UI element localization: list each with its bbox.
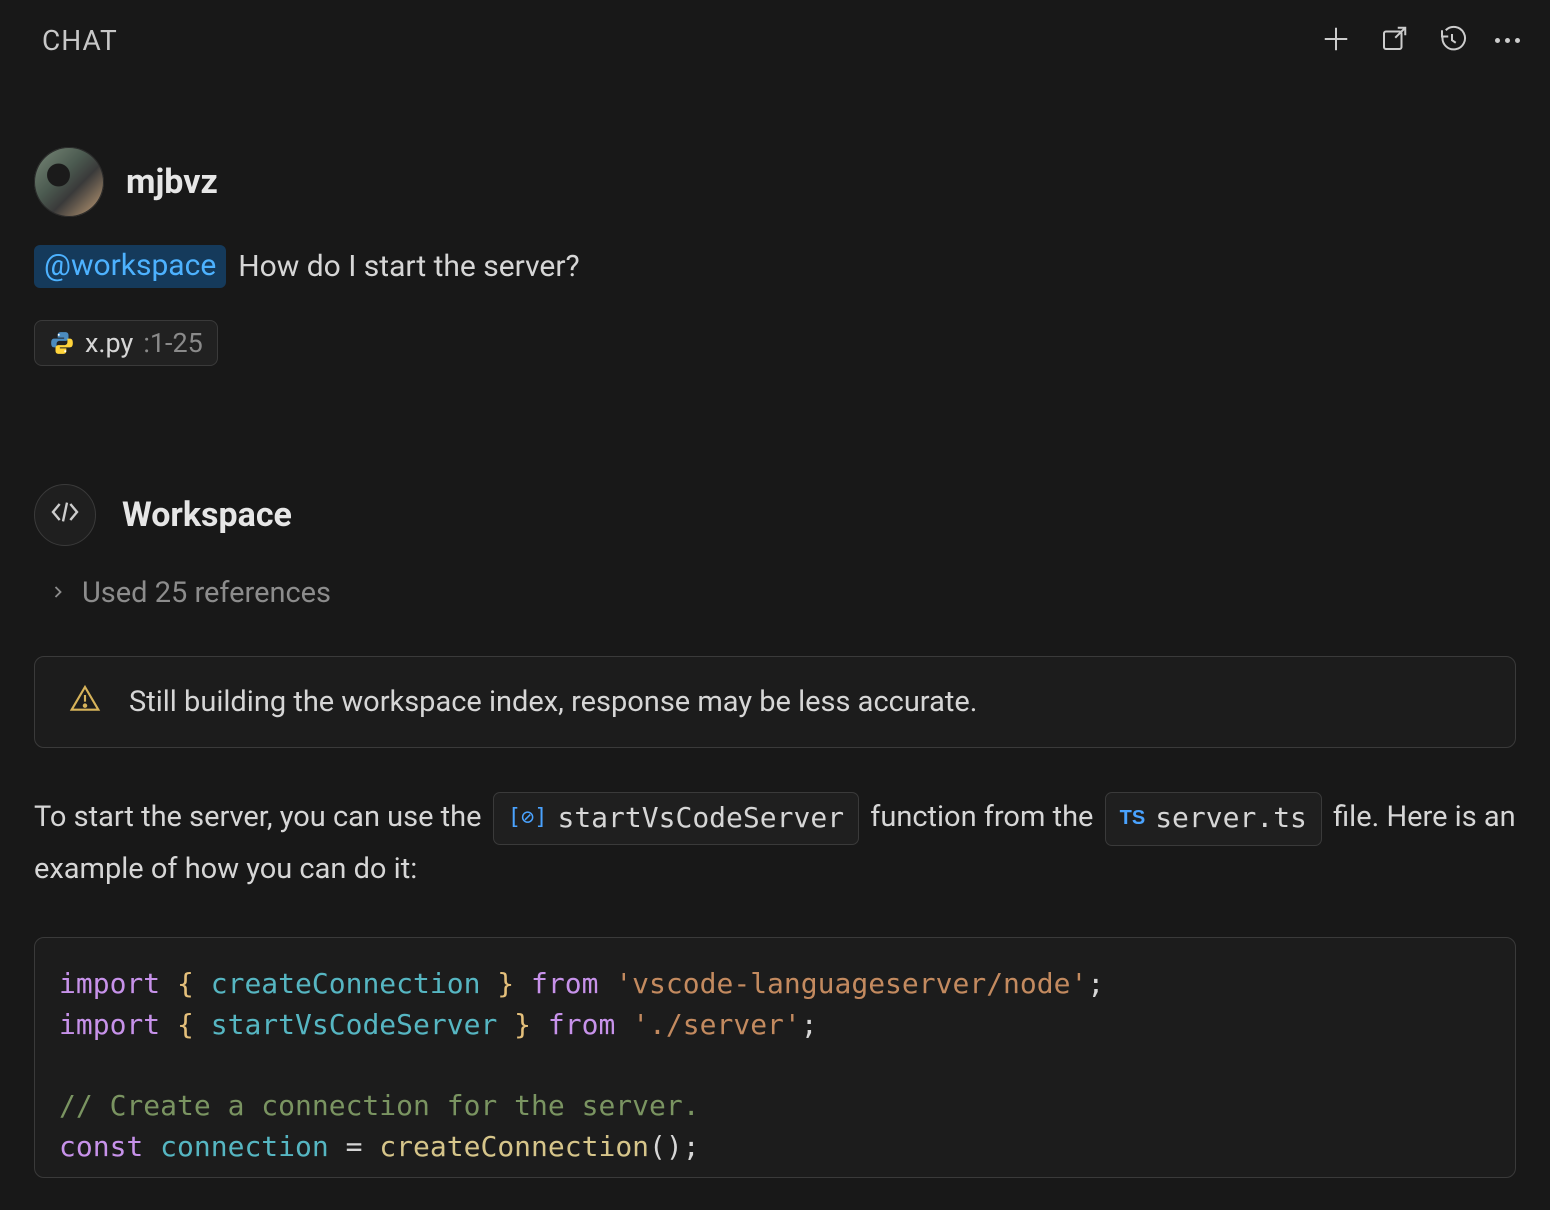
chevron-right-icon [48, 576, 68, 610]
workspace-mention[interactable]: @workspace [34, 245, 226, 288]
symbol-chip[interactable]: [⊘] startVsCodeServer [493, 792, 859, 845]
ts-badge: TS [1120, 802, 1146, 835]
response-segment: function from the [870, 800, 1100, 834]
file-chip[interactable]: TS server.ts [1105, 792, 1322, 845]
context-file-chip[interactable]: x.py :1-25 [34, 320, 218, 366]
ellipsis-icon [1495, 38, 1520, 43]
code-block[interactable]: import { createConnection } from 'vscode… [34, 937, 1516, 1178]
open-new-window-icon [1379, 24, 1409, 57]
more-actions-button[interactable] [1495, 38, 1520, 43]
context-chip-range: :1-25 [143, 327, 203, 359]
warning-text: Still building the workspace index, resp… [129, 685, 977, 719]
references-label: Used 25 references [82, 576, 331, 610]
history-icon [1437, 24, 1467, 57]
file-chip-label: server.ts [1155, 795, 1307, 841]
agent-name: Workspace [122, 495, 292, 535]
warning-banner: Still building the workspace index, resp… [34, 656, 1516, 748]
response-segment: To start the server, you can use the [34, 800, 489, 834]
warning-icon [69, 683, 101, 721]
symbol-chip-label: startVsCodeServer [557, 795, 844, 841]
code-brackets-icon [49, 496, 81, 534]
chat-header: CHAT [0, 0, 1550, 77]
prompt-text: How do I start the server? [238, 249, 579, 284]
panel-title: CHAT [42, 24, 118, 57]
agent-response: To start the server, you can use the [⊘]… [34, 792, 1516, 893]
username: mjbvz [126, 162, 218, 202]
user-header: mjbvz [34, 147, 1516, 217]
header-actions [1321, 24, 1520, 57]
user-prompt: @workspace How do I start the server? [34, 245, 1516, 288]
plus-icon [1321, 24, 1351, 57]
agent-header: Workspace [34, 484, 1516, 546]
references-toggle[interactable]: Used 25 references [48, 576, 1516, 610]
python-icon [49, 330, 75, 356]
history-button[interactable] [1437, 24, 1467, 57]
avatar [34, 147, 104, 217]
context-chip-file: x.py [85, 327, 133, 359]
symbol-icon: [⊘] [508, 800, 548, 836]
new-chat-button[interactable] [1321, 24, 1351, 57]
agent-avatar [34, 484, 96, 546]
open-new-window-button[interactable] [1379, 24, 1409, 57]
